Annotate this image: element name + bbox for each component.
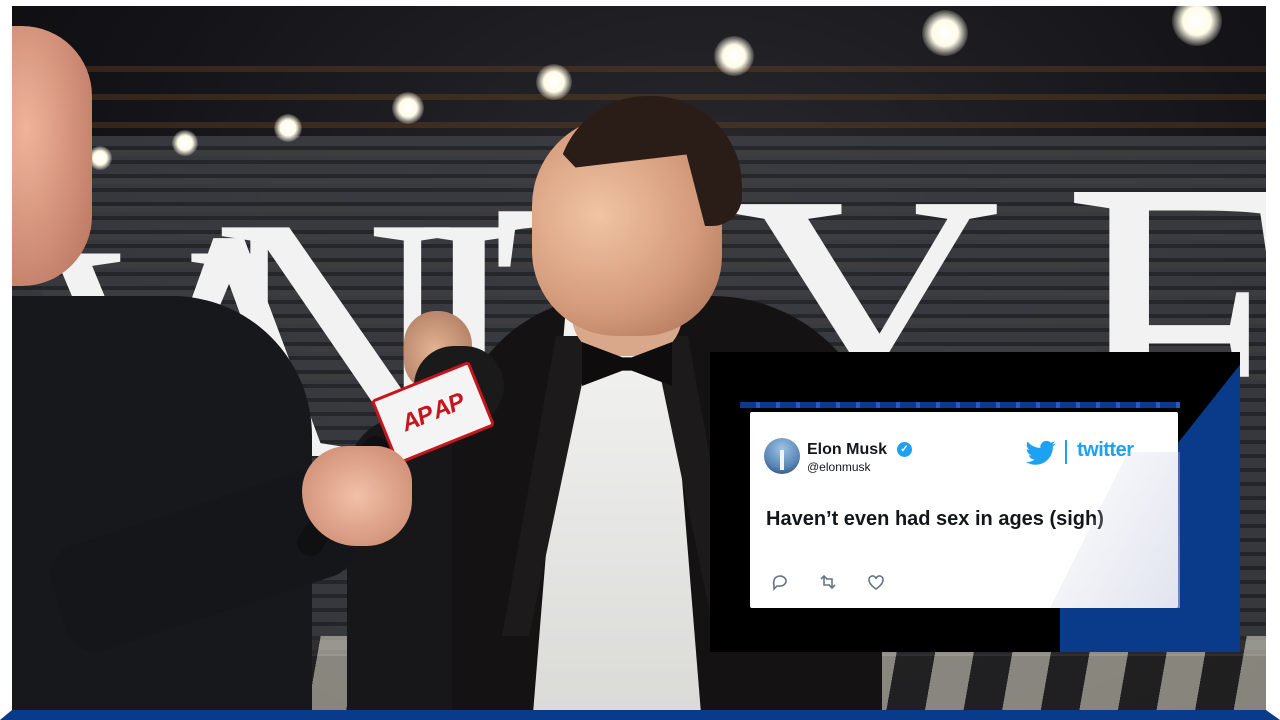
twitter-bird-icon	[1026, 440, 1056, 465]
reply-icon[interactable]	[770, 572, 790, 592]
ceiling-light	[922, 10, 968, 56]
reporter-hand	[302, 446, 412, 546]
like-icon[interactable]	[866, 572, 886, 592]
ceiling-light	[714, 36, 754, 76]
tweet-card: Elon Musk ✓ @elonmusk twitter Haven’t ev…	[750, 412, 1180, 608]
tweet-overlay: Elon Musk ✓ @elonmusk twitter Haven’t ev…	[710, 352, 1240, 652]
verified-badge-icon: ✓	[897, 442, 912, 457]
ceiling-light	[274, 114, 302, 142]
brand-divider	[1065, 440, 1067, 464]
retweet-icon[interactable]	[818, 572, 838, 592]
rocket-icon	[780, 450, 784, 470]
tweet-user-handle: @elonmusk	[807, 460, 871, 474]
tweet-actions	[770, 572, 886, 592]
reporter-head	[12, 26, 92, 286]
ceiling-light	[172, 130, 198, 156]
ceiling-light	[536, 64, 572, 100]
overlay-stripe	[740, 402, 1180, 408]
tweet-user-name: Elon Musk	[807, 441, 888, 458]
ceiling-light	[392, 92, 424, 124]
tweet-text: Haven’t even had sex in ages (sigh)	[766, 508, 1104, 530]
ceiling-light	[1172, 6, 1222, 46]
avatar	[764, 438, 800, 474]
